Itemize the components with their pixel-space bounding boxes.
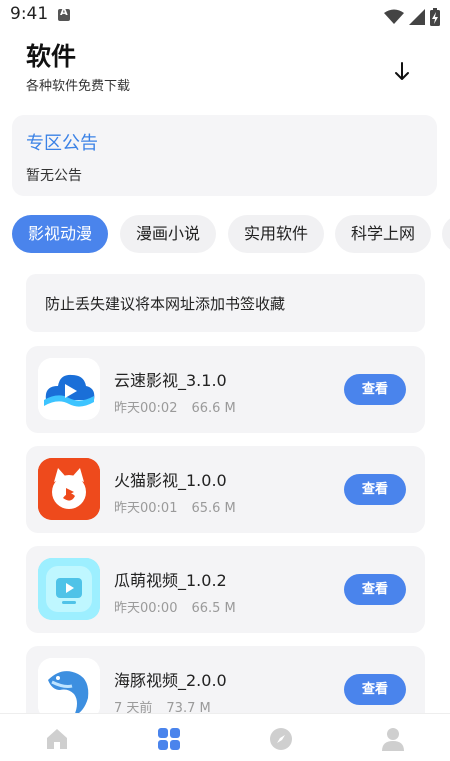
status-bar: 9:41 A <box>0 0 450 30</box>
page-header: 软件 各种软件免费下载 <box>26 42 130 94</box>
tab-more[interactable] <box>442 215 450 253</box>
app-card[interactable]: 火猫影视_1.0.0 昨天00:01 65.6 M 查看 <box>26 446 425 533</box>
app-time: 昨天00:01 <box>114 501 178 516</box>
bookmark-tip: 防止丢失建议将本网址添加书签收藏 <box>26 274 425 332</box>
fire-cat-icon <box>38 458 100 520</box>
profile-icon[interactable] <box>380 726 406 752</box>
app-name: 瓜萌视频_1.0.2 <box>114 571 227 590</box>
compass-icon[interactable] <box>268 726 294 752</box>
tab-film-anime[interactable]: 影视动漫 <box>12 215 108 253</box>
wifi-icon <box>383 9 404 24</box>
app-card[interactable]: 瓜萌视频_1.0.2 昨天00:00 66.5 M 查看 <box>26 546 425 633</box>
cloud-play-icon <box>38 358 100 420</box>
download-arrow-icon[interactable] <box>390 60 414 84</box>
battery-charging-icon <box>430 7 440 26</box>
page-title: 软件 <box>26 42 77 71</box>
video-play-icon <box>38 558 100 620</box>
tab-utilities[interactable]: 实用软件 <box>228 215 324 253</box>
view-button[interactable]: 查看 <box>344 674 406 705</box>
bookmark-tip-text: 防止丢失建议将本网址添加书签收藏 <box>45 295 286 313</box>
page-subtitle: 各种软件免费下载 <box>26 79 131 94</box>
dolphin-icon <box>38 658 100 720</box>
status-icons <box>383 6 440 26</box>
view-button[interactable]: 查看 <box>344 574 406 605</box>
announcement-card: 专区公告 暂无公告 <box>12 115 437 196</box>
grid-icon[interactable] <box>156 726 182 752</box>
announcement-title: 专区公告 <box>26 133 98 154</box>
app-time: 昨天00:02 <box>114 401 178 416</box>
app-meta: 昨天00:01 65.6 M <box>114 497 236 516</box>
home-icon[interactable] <box>44 726 70 752</box>
app-name: 云速影视_3.1.0 <box>114 371 227 390</box>
app-name: 海豚视频_2.0.0 <box>114 671 227 690</box>
app-meta: 昨天00:02 66.6 M <box>114 397 236 416</box>
tab-comics-novels[interactable]: 漫画小说 <box>120 215 216 253</box>
announcement-text: 暂无公告 <box>26 168 82 184</box>
app-size: 66.6 M <box>191 401 236 416</box>
tab-vpn[interactable]: 科学上网 <box>335 215 431 253</box>
app-time: 昨天00:00 <box>114 601 178 616</box>
status-time: 9:41 <box>10 4 49 24</box>
bottom-nav <box>0 713 450 761</box>
category-tabs: 影视动漫 漫画小说 实用软件 科学上网 <box>0 215 450 255</box>
app-card[interactable]: 云速影视_3.1.0 昨天00:02 66.6 M 查看 <box>26 346 425 433</box>
signal-icon <box>408 8 425 25</box>
view-button[interactable]: 查看 <box>344 474 406 505</box>
app-meta: 昨天00:00 66.5 M <box>114 597 236 616</box>
app-size: 66.5 M <box>191 601 236 616</box>
app-size: 65.6 M <box>191 501 236 516</box>
app-name: 火猫影视_1.0.0 <box>114 471 227 490</box>
a-icon: A <box>58 7 70 21</box>
view-button[interactable]: 查看 <box>344 374 406 405</box>
